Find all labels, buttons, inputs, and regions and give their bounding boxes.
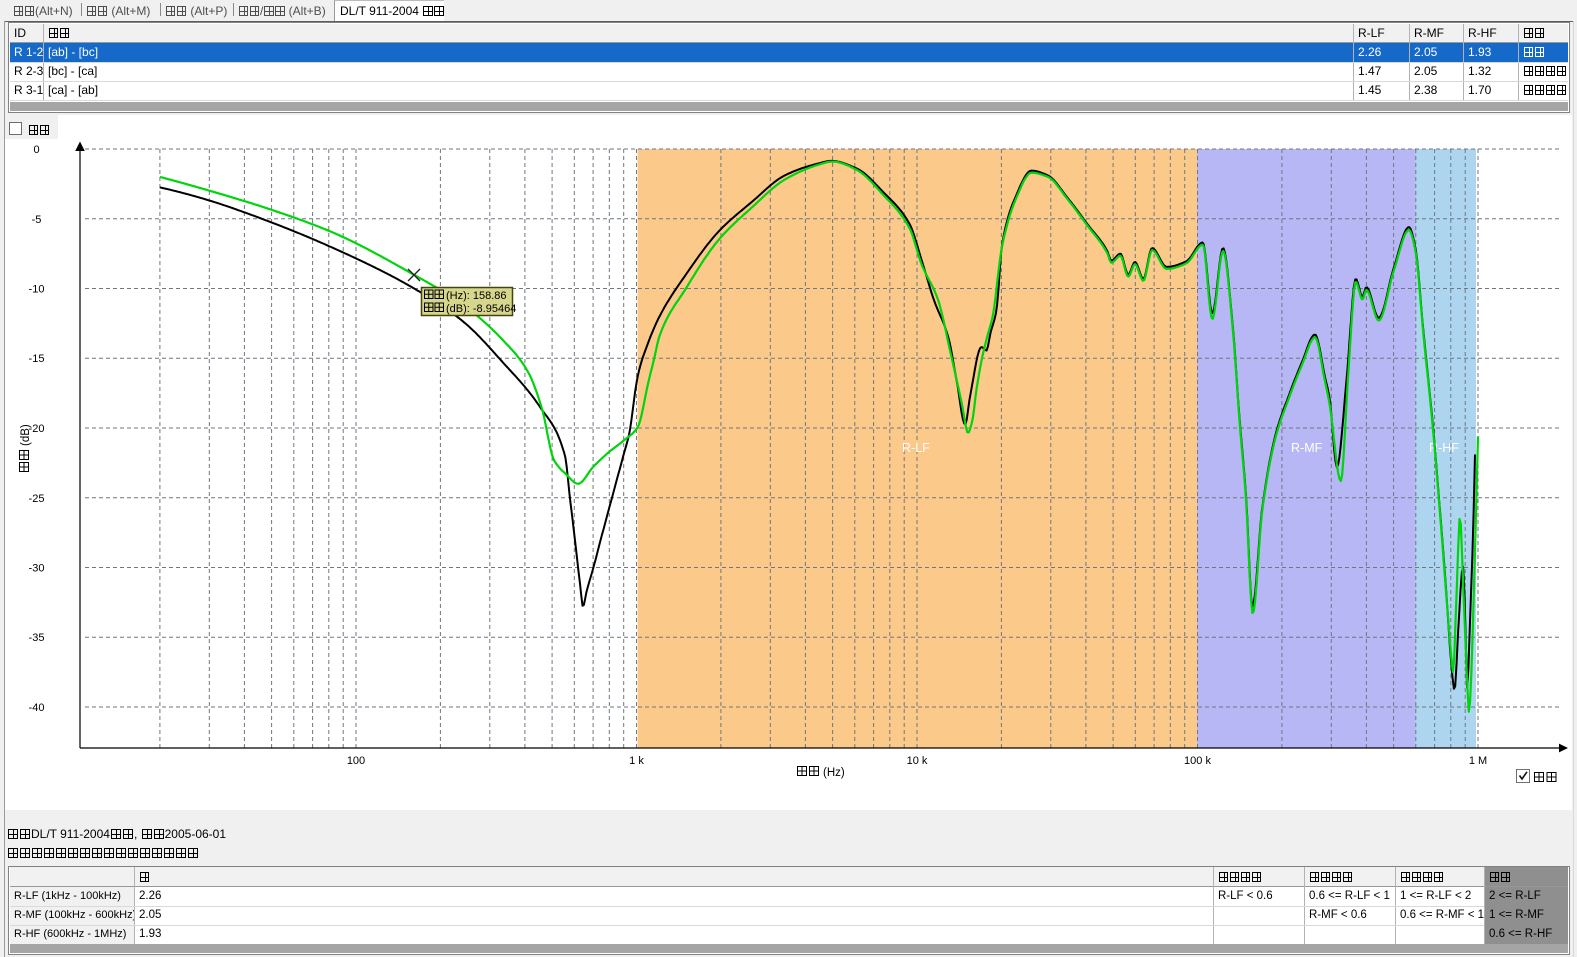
svg-text:1 k: 1 k [629,755,644,767]
svg-text:(dB): (dB) [20,424,32,446]
svg-text:100 k: 100 k [1184,755,1211,767]
svg-text:100: 100 [347,755,365,767]
svg-text:(dB): -8.95464: (dB): -8.95464 [446,303,516,315]
svg-text:R-LF: R-LF [902,441,930,455]
svg-text:-30: -30 [29,563,45,575]
svg-text:-35: -35 [29,632,45,644]
svg-text:1 M: 1 M [1469,755,1487,767]
svg-text:(Hz): 158.86: (Hz): 158.86 [446,290,507,302]
svg-text:-40: -40 [29,702,45,714]
svg-text:(Hz): (Hz) [823,767,845,779]
svg-text:-25: -25 [29,493,45,505]
svg-text:-15: -15 [29,353,45,365]
svg-text:-10: -10 [29,284,45,296]
svg-text:0: 0 [33,144,39,156]
svg-text:R-MF: R-MF [1291,441,1323,455]
svg-text:10 k: 10 k [907,755,928,767]
svg-text:-5: -5 [32,214,42,226]
